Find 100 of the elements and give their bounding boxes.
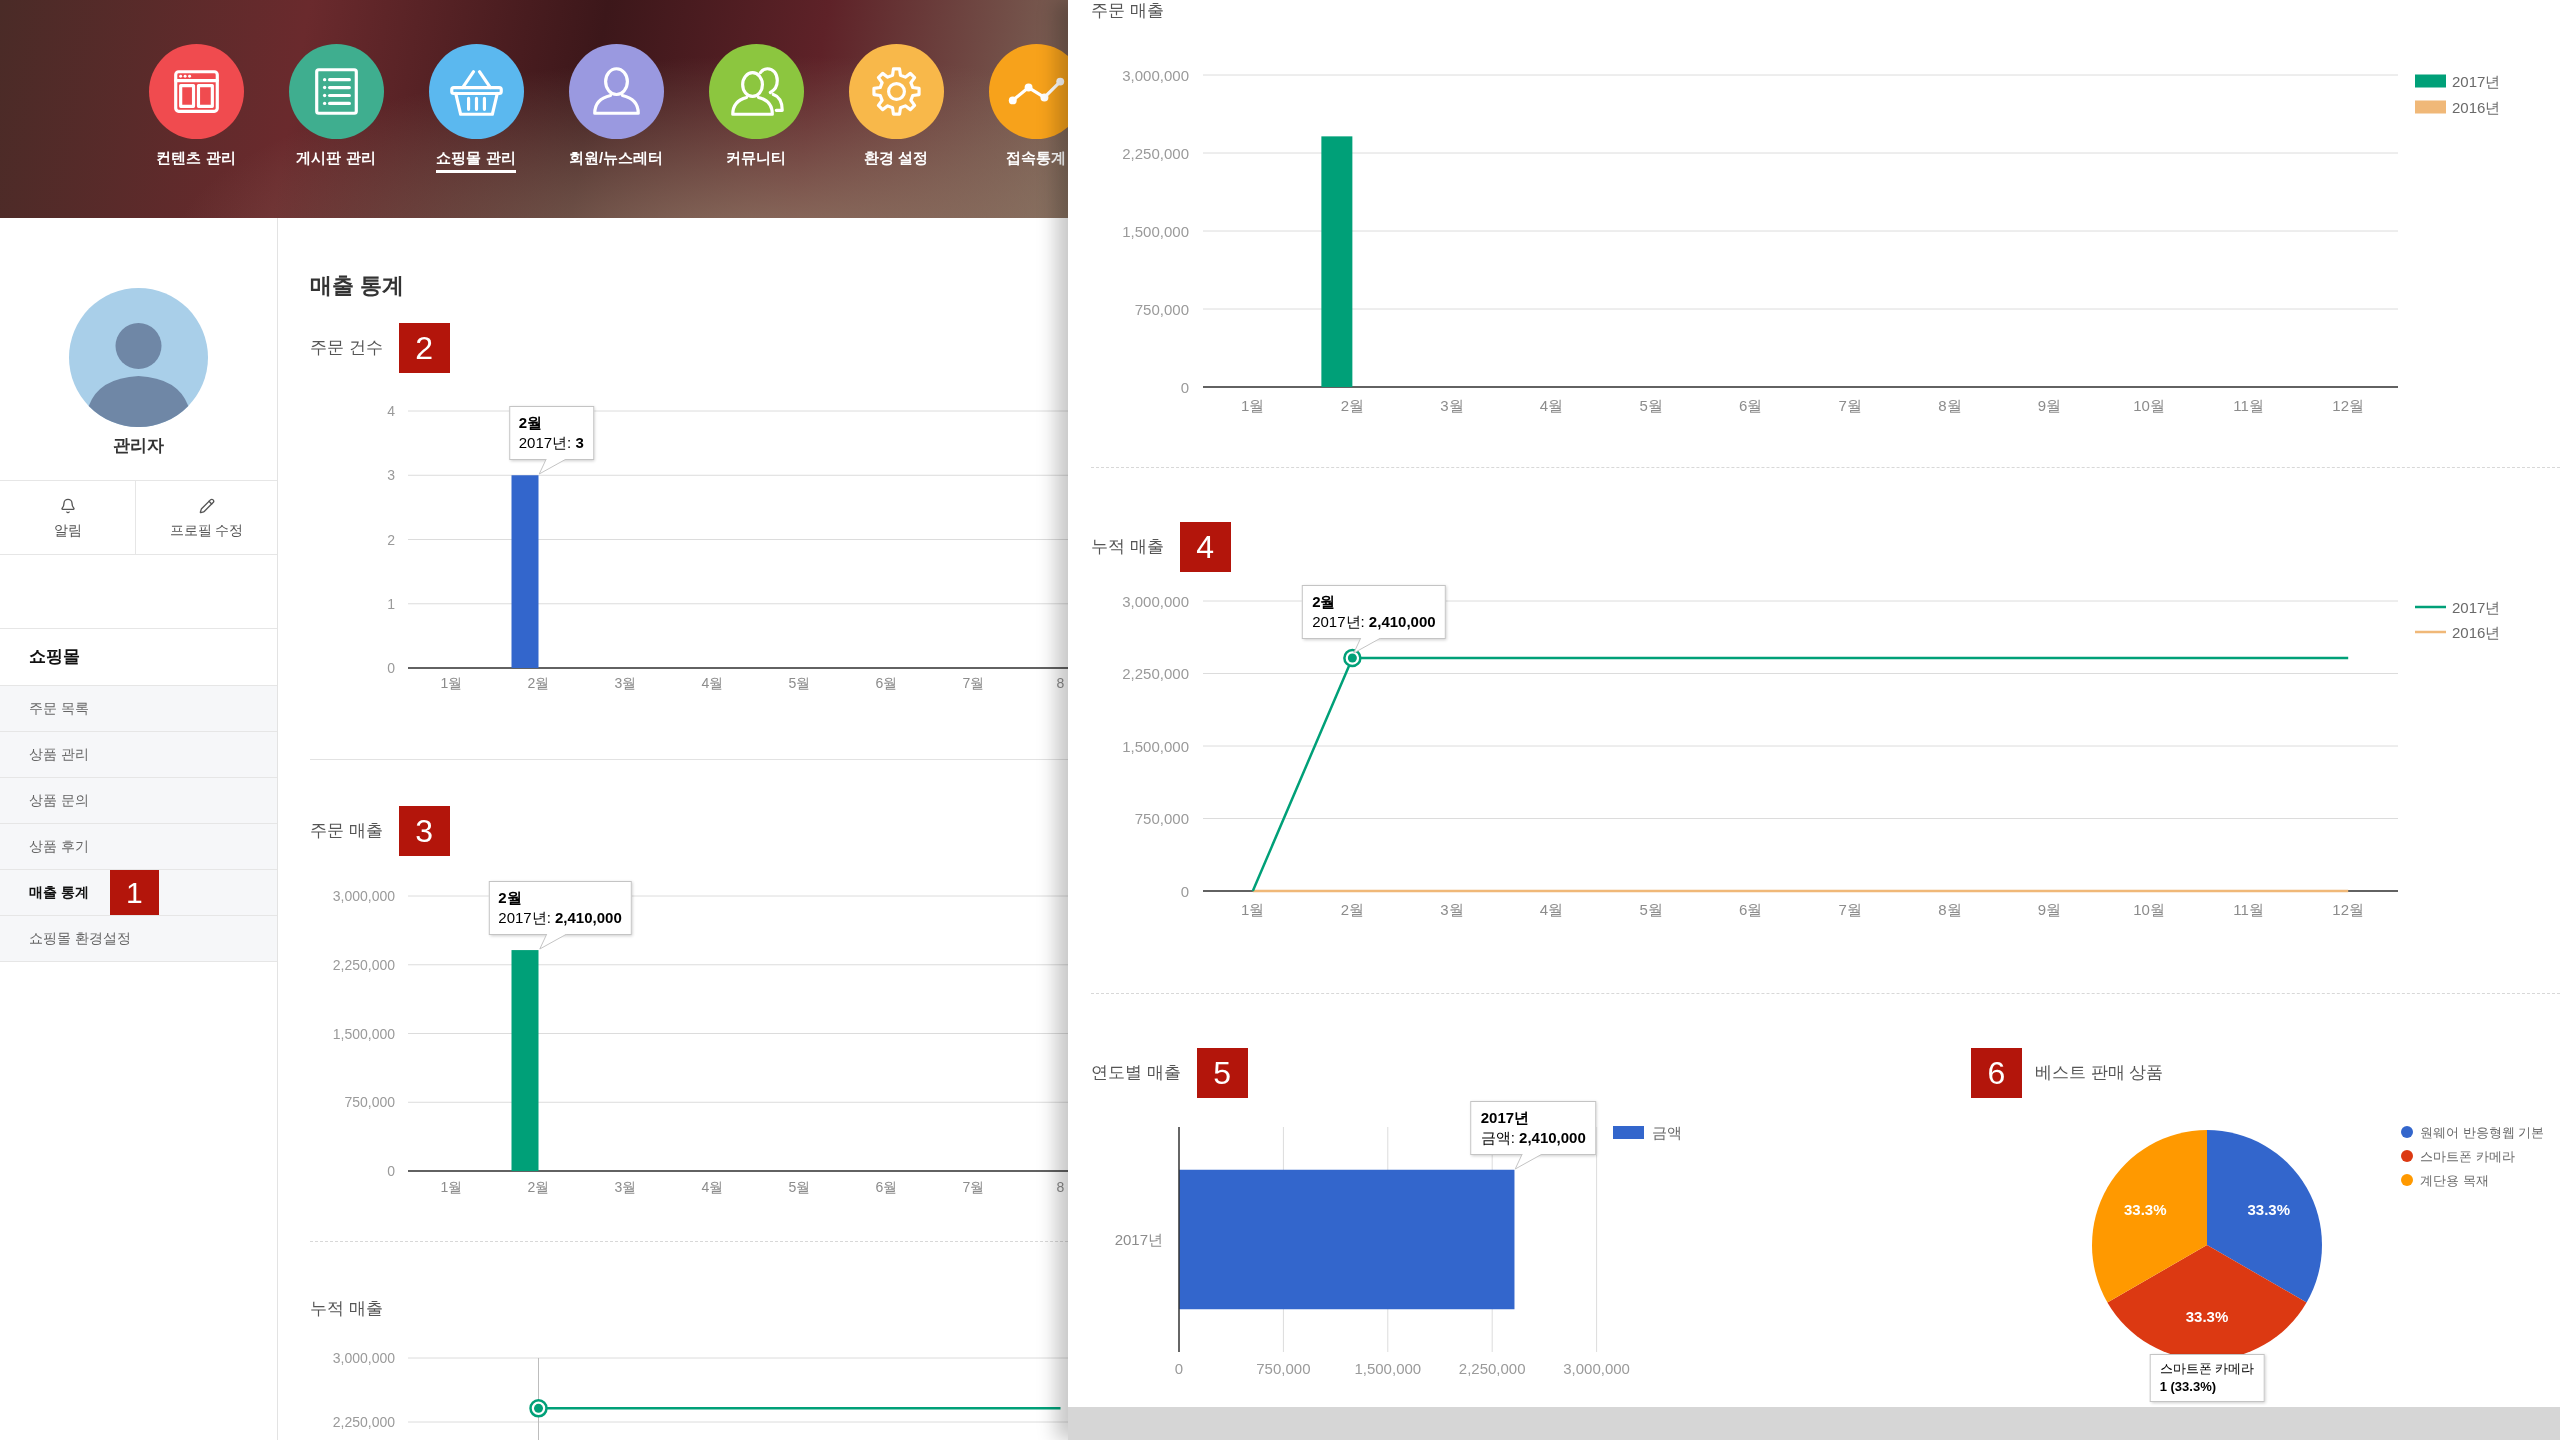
legend-label: 계단용 목재 (2420, 1172, 2489, 1188)
x-tick-label: 12월 (2332, 900, 2364, 918)
x-tick-label: 11월 (2233, 396, 2264, 414)
nav-link[interactable]: 회원/뉴스레터 (546, 44, 686, 173)
nav-link[interactable]: 컨텐츠 관리 (126, 44, 266, 173)
x-tick-label: 8월 (1938, 396, 1962, 414)
slice-value-label: 33.3% (2185, 1307, 2229, 1325)
y-tick-label: 750,000 (1134, 300, 1189, 318)
x-tick-label: 3월 (1440, 396, 1464, 414)
pencil-icon (198, 498, 215, 514)
x-tick-label: 9월 (2037, 396, 2062, 414)
x-tick-label: 1월 (1241, 900, 1265, 918)
legend-label: 2016년 (2452, 98, 2501, 116)
section-title: 주문 매출 (1091, 0, 1164, 22)
legend-label: 2017년 (2452, 598, 2501, 616)
x-tick-label: 4월 (1539, 396, 1564, 414)
y-tick-label: 2 (387, 531, 395, 548)
x-tick-label: 4월 (1539, 900, 1564, 918)
x-tick-label: 7월 (1838, 900, 1862, 918)
chart-tooltip: 스마트폰 카메라 1 (33.3%) (2149, 1354, 2265, 1402)
annotation: 2월 2017년: 2,410,000 (498, 888, 622, 929)
x-tick-label: 4월 (701, 1179, 724, 1195)
annotation-marker: 6 (1971, 1048, 2022, 1098)
x-tick-label: 750,000 (1256, 1359, 1311, 1377)
x-tick-label: 2월 (527, 675, 550, 691)
nav-link[interactable]: 게시판 관리 (266, 44, 406, 173)
y-tick-label: 3 (387, 467, 395, 484)
x-tick-label: 1,500,000 (1354, 1359, 1422, 1377)
legend-label: 원웨어 반응형웹 기본 (2420, 1124, 2545, 1140)
legend-label: 스마트폰 카메라 (2420, 1148, 2515, 1164)
y-tick-label: 2,250,000 (332, 1414, 395, 1430)
nav-link[interactable]: 커뮤니티 (686, 44, 826, 173)
x-tick-label: 3월 (614, 675, 637, 691)
x-tick-label: 3월 (614, 1179, 637, 1195)
x-tick-label: 7월 (962, 675, 985, 691)
action-button[interactable]: 프로필 수정 (136, 481, 277, 554)
x-tick-label: 2월 (1340, 396, 1365, 414)
y-tick-label: 2,250,000 (1122, 144, 1189, 162)
annotation: 2월 2017년: 2,410,000 (1312, 592, 1436, 633)
x-tick-label: 8월 (1938, 900, 1962, 918)
x-tick-label: 6월 (875, 1179, 898, 1195)
annotation-marker: 4 (1179, 522, 1231, 572)
x-tick-label: 2,250,000 (1458, 1359, 1526, 1377)
sidebar-section-title: 쇼핑몰 (29, 646, 80, 669)
section-title: 베스트 판매 상품 (2035, 1062, 2164, 1084)
y-tick-label: 1,500,000 (1122, 222, 1189, 240)
x-tick-label: 3월 (1440, 900, 1464, 918)
nav-link[interactable]: 접속통계 (966, 44, 1068, 173)
x-tick-label: 6월 (1739, 900, 1763, 918)
chart-tooltip: 2월 2017년: 2,410,000 (488, 881, 632, 951)
nav-link[interactable]: 환경 설정 (826, 44, 966, 173)
sidebar-item[interactable]: 매출 통계 1 (0, 870, 277, 916)
action-button[interactable]: 알림 (0, 481, 136, 554)
x-tick-label: 12월 (2332, 396, 2364, 414)
x-tick-label: 6월 (875, 675, 898, 691)
y-tick-label: 2,250,000 (1122, 665, 1189, 682)
page-title: 매출 통계 (310, 272, 406, 300)
y-tick-label: 750,000 (344, 1094, 395, 1111)
x-tick-label: 5월 (788, 675, 811, 691)
y-tick-label: 0 (387, 1163, 395, 1179)
y-tick-label: 2,250,000 (332, 956, 395, 973)
sidebar-item[interactable]: 상품 후기 (0, 824, 277, 870)
y-tick-label: 0 (1180, 378, 1189, 396)
x-tick-label: 6월 (1739, 396, 1763, 414)
y-tick-label: 0 (1180, 882, 1189, 900)
x-tick-label: 5월 (788, 1179, 811, 1195)
annotation: 2월 2017년: 3 (518, 413, 584, 454)
section-title: 연도별 매출 (1091, 1062, 1181, 1084)
y-tick-label: 1 (387, 595, 395, 612)
x-tick-label: 9월 (2037, 900, 2062, 918)
x-tick-label: 10월 (2133, 900, 2165, 918)
x-tick-label: 1월 (440, 675, 463, 691)
annotation-marker: 5 (1196, 1048, 1248, 1098)
x-tick-label: 1월 (1241, 396, 1265, 414)
sidebar-item[interactable]: 주문 목록 (0, 686, 277, 732)
legend-label: 2016년 (2452, 623, 2501, 641)
chart-tooltip: 2017년 금액: 2,410,000 (1470, 1100, 1596, 1170)
nav-link[interactable]: 쇼핑몰 관리 (406, 44, 546, 173)
x-tick-label: 0 (1174, 1359, 1184, 1377)
y-tick-label: 4 (387, 403, 395, 419)
slice-value-label: 33.3% (2247, 1200, 2290, 1218)
x-tick-label: 10월 (2133, 396, 2165, 414)
annotation-marker: 1 (109, 870, 159, 915)
section-title: 누적 매출 (310, 1298, 383, 1320)
x-tick-label: 4월 (701, 675, 724, 691)
chart-tooltip: 2월 2017년: 2,410,000 (1302, 585, 1446, 655)
sidebar-item[interactable]: 상품 문의 (0, 778, 277, 824)
y-tick-label: 3,000,000 (1122, 66, 1189, 84)
section-title: 주문 건수 (310, 337, 383, 359)
section-title: 주문 매출 (310, 820, 383, 842)
y-tick-label: 1,500,000 (1122, 737, 1189, 755)
sidebar-item[interactable]: 상품 관리 (0, 732, 277, 778)
y-tick-label: 2017년 (1114, 1231, 1163, 1248)
x-tick-label: 11월 (2233, 900, 2264, 918)
x-tick-label: 8 (1056, 1179, 1065, 1195)
y-tick-label: 3,000,000 (332, 1350, 395, 1366)
x-tick-label: 1월 (440, 1179, 463, 1195)
profile-name: 관리자 (113, 435, 164, 457)
chart-tooltip: 2월 2017년: 3 (508, 406, 594, 476)
sidebar-item[interactable]: 쇼핑몰 환경설정 (0, 916, 277, 962)
